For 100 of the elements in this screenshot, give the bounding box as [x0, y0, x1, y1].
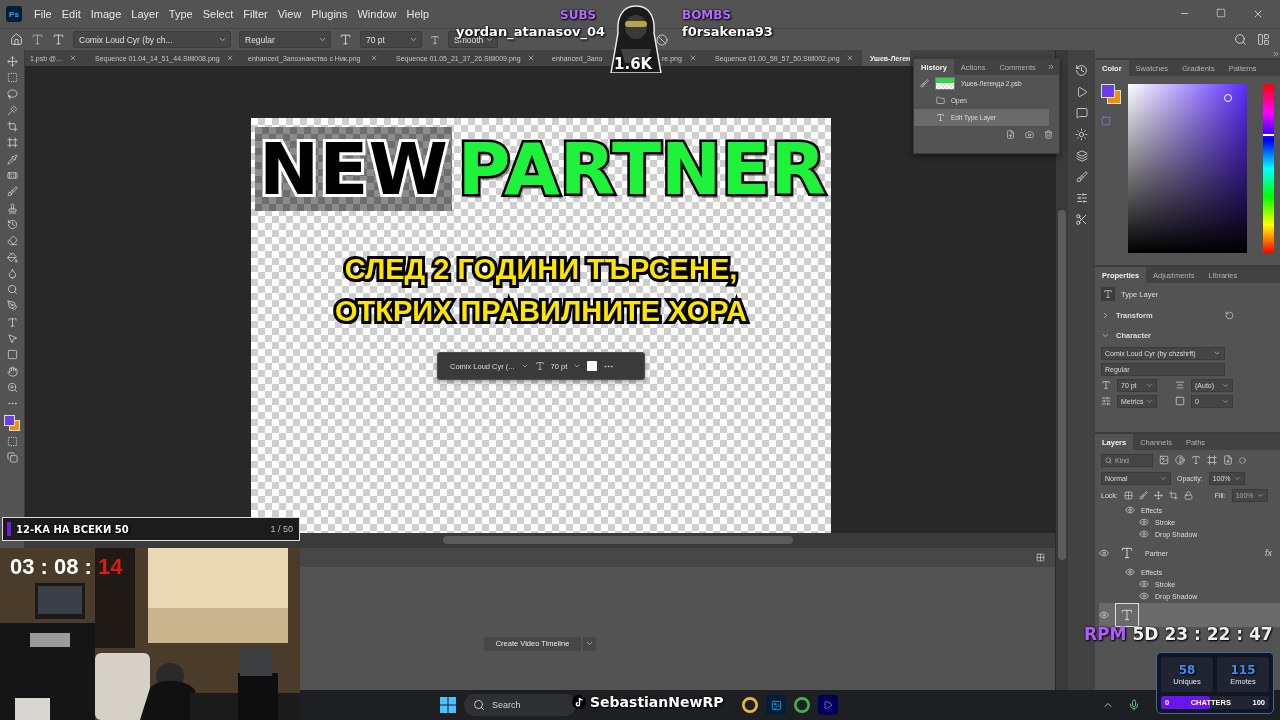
app-logo[interactable]: Ps: [6, 6, 22, 22]
eye-icon[interactable]: [1125, 505, 1135, 515]
eye-icon[interactable]: [1139, 529, 1149, 539]
menu-item[interactable]: Layer: [127, 8, 163, 20]
font-dropdown[interactable]: Comix Loud Cyr (by ch...: [73, 31, 231, 48]
close-tab-icon[interactable]: [846, 54, 854, 62]
close-tab-icon[interactable]: [689, 54, 697, 62]
scrollbar-thumb[interactable]: [443, 536, 793, 544]
lock-icon[interactable]: [1183, 491, 1193, 500]
eraser-icon[interactable]: [6, 235, 18, 247]
menu-item[interactable]: Plugins: [307, 8, 352, 20]
type-tool-icon[interactable]: [6, 316, 18, 328]
video-editor-icon[interactable]: [818, 695, 838, 715]
eyedropper-icon[interactable]: [6, 153, 18, 165]
microphone-icon[interactable]: [1128, 699, 1140, 711]
text-color-swatch[interactable]: [587, 361, 598, 371]
panel-expand-icon[interactable]: [1047, 63, 1055, 71]
taskbar-search[interactable]: Search: [464, 694, 576, 716]
quick-mask-icon[interactable]: [6, 435, 18, 447]
eye-icon[interactable]: [1125, 567, 1135, 577]
color-swatches[interactable]: [1101, 84, 1121, 104]
browser-icon[interactable]: [794, 697, 810, 713]
photoshop-icon[interactable]: [766, 695, 786, 715]
eye-icon[interactable]: [1139, 517, 1149, 527]
goal-counter: 1 / 50: [270, 524, 293, 534]
sun-icon[interactable]: [1075, 128, 1088, 141]
camera-icon[interactable]: [1025, 129, 1034, 139]
blur-tool-icon[interactable]: [6, 267, 18, 279]
menu-item[interactable]: Select: [198, 8, 238, 20]
hand-tool-icon[interactable]: [6, 365, 18, 377]
maximize-icon[interactable]: [1216, 8, 1226, 18]
hue-slider[interactable]: [1263, 84, 1274, 253]
pen-tool-icon[interactable]: [6, 300, 18, 312]
sliders-icon[interactable]: [1075, 192, 1088, 204]
font-size-icon[interactable]: [339, 33, 352, 46]
close-icon[interactable]: [1252, 8, 1264, 20]
lock-artboard-icon[interactable]: [1168, 491, 1178, 500]
windows-logo-icon[interactable]: [440, 697, 456, 713]
rectangle-tool-icon[interactable]: [6, 349, 18, 361]
menu-item[interactable]: Window: [353, 8, 401, 20]
eye-icon[interactable]: [1099, 610, 1109, 620]
menu-item[interactable]: Help: [402, 8, 434, 20]
marquee-tool-icon[interactable]: [6, 72, 18, 84]
workspace-icon[interactable]: [1257, 33, 1270, 46]
layer-row[interactable]: [1099, 603, 1280, 627]
search-icon[interactable]: [1234, 33, 1247, 46]
menu-item[interactable]: File: [30, 8, 56, 20]
type-tool-icon[interactable]: [31, 33, 44, 46]
scissors-icon[interactable]: [1075, 213, 1088, 226]
smart-object-filter-icon[interactable]: [1223, 455, 1233, 465]
eye-icon[interactable]: [1099, 548, 1109, 558]
collapse-icon[interactable]: [1272, 50, 1280, 58]
close-tab-icon[interactable]: [526, 54, 535, 62]
caret-icon[interactable]: [573, 362, 582, 370]
zoom-tool-icon[interactable]: [6, 381, 18, 393]
color-picker[interactable]: [1128, 84, 1248, 253]
magic-wand-icon[interactable]: [6, 104, 18, 116]
close-tab-icon[interactable]: [69, 54, 77, 62]
menu-item[interactable]: Type: [164, 8, 197, 20]
cancel-icon[interactable]: [656, 33, 668, 46]
bandage-icon[interactable]: [6, 170, 18, 182]
move-tool-icon[interactable]: [6, 56, 18, 67]
close-tab-icon[interactable]: [370, 54, 378, 62]
comment-icon[interactable]: [1075, 107, 1088, 119]
timeline-options-button[interactable]: [583, 636, 597, 651]
stamp-tool-icon[interactable]: [6, 202, 18, 214]
shape-filter-icon[interactable]: [1207, 455, 1217, 465]
type-filter-icon[interactable]: [1191, 455, 1201, 465]
history-icon[interactable]: [1075, 64, 1088, 77]
font-size-icon[interactable]: [534, 361, 545, 371]
font-size-icon[interactable]: [1101, 380, 1111, 390]
paint-bucket-icon[interactable]: [6, 251, 18, 263]
brush-settings-icon[interactable]: [1075, 171, 1088, 183]
menu-item[interactable]: Image: [86, 8, 126, 20]
lock-position-icon[interactable]: [1153, 491, 1163, 500]
caret-icon[interactable]: [520, 362, 529, 370]
pixel-filter-icon[interactable]: [1159, 455, 1169, 465]
frame-tool-icon[interactable]: [6, 137, 18, 149]
close-tab-icon[interactable]: [225, 54, 234, 62]
path-select-icon[interactable]: [6, 333, 18, 345]
play-icon[interactable]: [1075, 86, 1088, 98]
history-brush-icon[interactable]: [6, 218, 18, 230]
eye-icon[interactable]: [1139, 591, 1149, 601]
brush-tool-icon[interactable]: [6, 186, 18, 198]
trash-icon[interactable]: [1044, 129, 1053, 139]
menu-item[interactable]: View: [273, 8, 306, 20]
menu-item[interactable]: Edit: [57, 8, 85, 20]
style-dropdown[interactable]: Regular: [239, 31, 331, 48]
color-chips[interactable]: [4, 414, 20, 431]
menu-item[interactable]: Filter: [239, 8, 272, 20]
new-document-icon[interactable]: [1006, 129, 1015, 139]
scrollbar-thumb[interactable]: [1058, 210, 1066, 560]
lasso-tool-icon[interactable]: [6, 88, 18, 100]
lock-paint-icon[interactable]: [1138, 491, 1148, 500]
crop-tool-icon[interactable]: [6, 121, 18, 133]
size-dropdown[interactable]: 70 pt: [360, 31, 422, 48]
browser-icon[interactable]: [742, 697, 758, 713]
eye-icon[interactable]: [1139, 579, 1149, 589]
home-icon[interactable]: [10, 33, 23, 46]
adjustment-filter-icon[interactable]: [1175, 455, 1185, 465]
